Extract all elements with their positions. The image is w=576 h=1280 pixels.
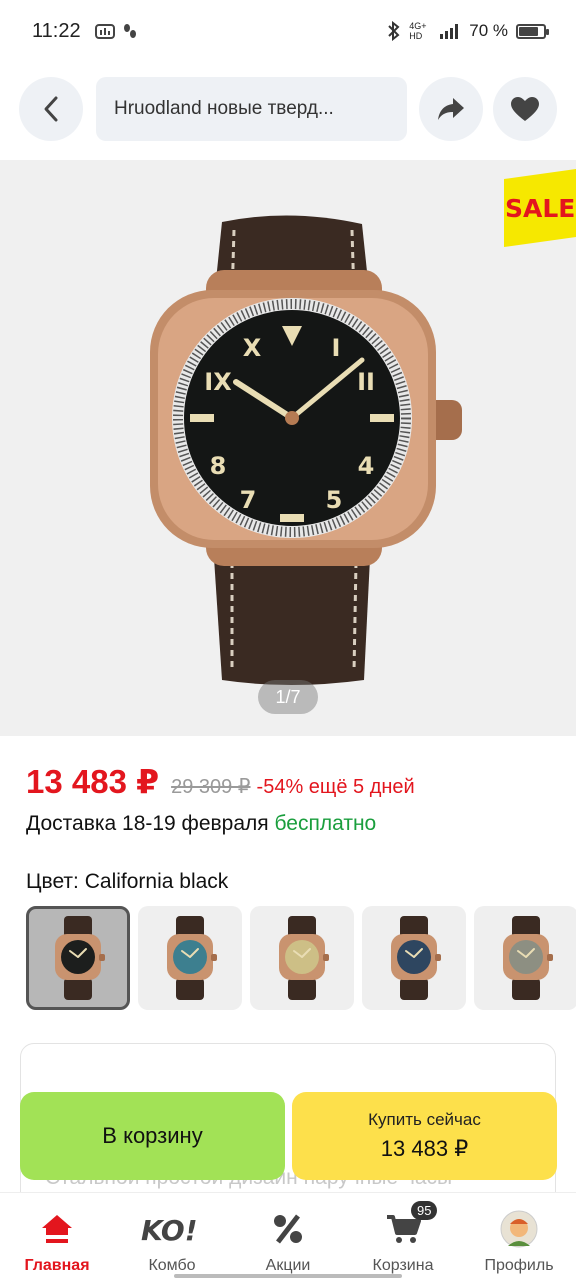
current-price: 13 483 ₽ [26,763,160,800]
chevron-left-icon [44,96,58,122]
gallery-page-indicator: 1/7 [258,680,318,714]
nav-cart[interactable]: 95 Корзина [347,1193,459,1275]
buy-now-price: 13 483 ₽ [380,1136,469,1161]
nav-promotions[interactable]: Акции [232,1193,344,1275]
avatar-icon [500,1210,538,1248]
heart-icon [511,97,539,121]
nav-profile-label: Профиль [484,1257,554,1274]
dial-numeral-7: 7 [240,486,257,514]
sale-badge-text: SALE [504,193,576,223]
price-row: 13 483 ₽ 29 309 ₽ -54% ещё 5 дней [26,762,415,801]
color-option-4[interactable] [474,906,576,1010]
status-icons [94,22,137,40]
dial-numeral-xi: X [243,334,262,362]
nav-home-label: Главная [24,1257,90,1274]
product-gallery[interactable]: X I IX II 8 4 7 5 SALE 1/7 [0,160,576,736]
steps-icon [123,24,136,38]
svg-text:KO!: KO! [141,1214,197,1245]
gesture-bar [174,1274,402,1278]
dial-numeral-i: I [332,334,341,362]
buy-now-button[interactable]: Купить сейчас 13 483 ₽ [292,1092,557,1180]
top-bar: Hruodland новые тверд... [0,76,576,142]
product-image: X I IX II 8 4 7 5 [150,215,462,685]
dial-numeral-ii: II [357,368,375,396]
back-button[interactable] [19,77,83,141]
dial-numeral-4: 4 [358,452,375,480]
color-option-2[interactable] [250,906,354,1010]
sale-badge: SALE [504,168,576,248]
ko-logo-icon: KO! [141,1214,197,1245]
color-option-3[interactable] [362,906,466,1010]
share-button[interactable] [419,77,483,141]
color-option-watch-image [503,916,553,1000]
add-to-cart-label: В корзину [102,1123,203,1148]
delivery-free: бесплатно [274,812,377,835]
percent-icon [274,1214,302,1244]
nav-profile[interactable]: Профиль [463,1193,575,1275]
cart-count-badge: 95 [411,1201,438,1220]
search-text: Hruodland новые тверд... [114,98,334,119]
status-bar: 11:22 4G+ HD 70 % [0,0,576,62]
nav-promotions-label: Акции [265,1257,311,1274]
color-options [26,906,576,1010]
color-option-watch-image [391,916,441,1000]
nav-combo[interactable]: KO! Комбо [116,1193,228,1275]
bottom-navigation: Главная KO! Комбо Акции 95 Корзина Профи… [0,1192,576,1280]
color-option-watch-image [55,916,105,1000]
delivery-label: Доставка 18-19 февраля [26,812,269,835]
color-option-watch-image [279,916,329,1000]
notification-icon [94,24,115,39]
battery-percent: 70 % [469,21,508,40]
status-time: 11:22 [32,19,81,42]
share-arrow-icon [438,98,464,120]
color-option-watch-image [167,916,217,1000]
home-icon [42,1215,72,1243]
buy-now-label: Купить сейчас [368,1110,481,1129]
nav-combo-label: Комбо [148,1257,196,1274]
discount-info: -54% ещё 5 дней [256,776,415,798]
search-field[interactable]: Hruodland новые тверд... [96,77,407,141]
favorite-button[interactable] [493,77,557,141]
delivery-info: Доставка 18-19 февраля бесплатно [26,812,376,836]
bluetooth-icon [388,21,400,41]
nav-home[interactable]: Главная [1,1193,113,1275]
nav-cart-label: Корзина [372,1257,434,1274]
dial-numeral-x: IX [204,368,232,396]
network-type: 4G+ HD [409,21,427,41]
battery-icon [516,23,549,39]
color-option-0[interactable] [26,906,130,1010]
old-price: 29 309 ₽ [171,776,251,798]
signal-icon [440,24,459,39]
dial-numeral-8: 8 [210,452,227,480]
color-option-1[interactable] [138,906,242,1010]
color-label: Цвет: California black [26,870,229,893]
status-right: 4G+ HD 70 % [387,21,549,41]
dial-numeral-5: 5 [326,486,343,514]
add-to-cart-button[interactable]: В корзину [20,1092,285,1180]
